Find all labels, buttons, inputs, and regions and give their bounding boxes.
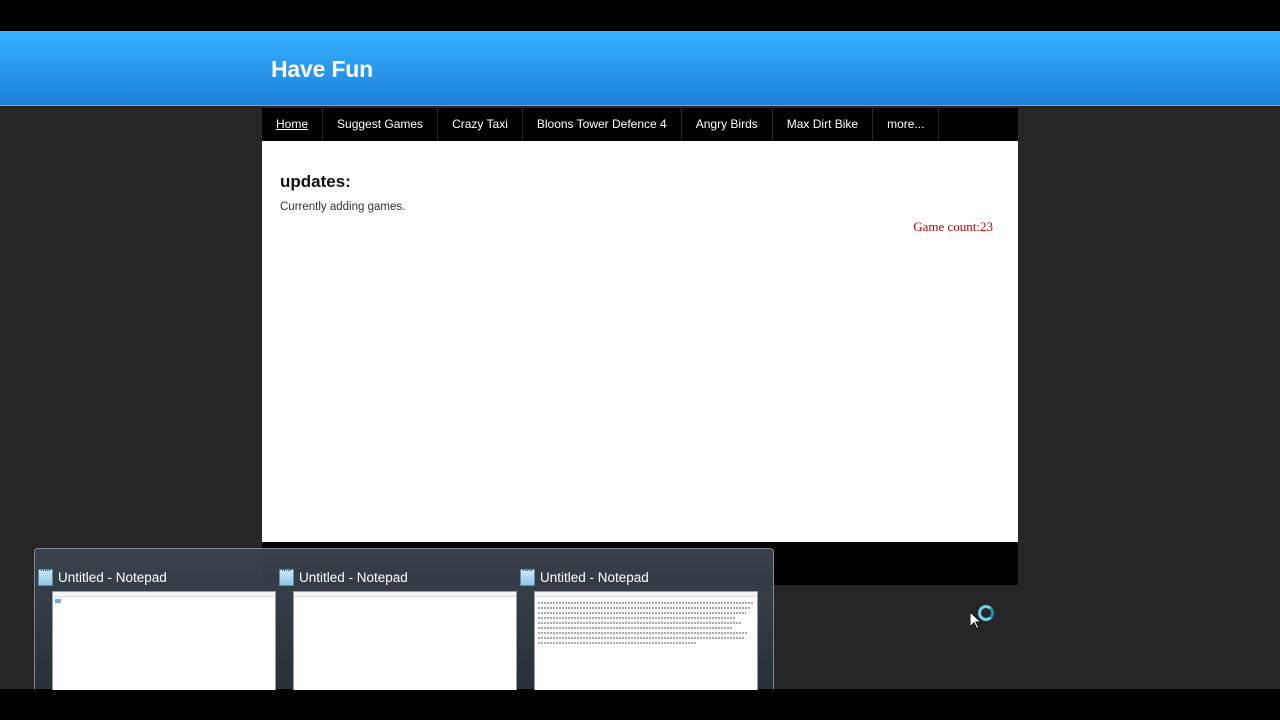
nav-item-max-dirt-bike[interactable]: Max Dirt Bike	[773, 108, 874, 141]
thumbnail-title: Untitled - Notepad	[38, 568, 167, 586]
thumbnail-title-text: Untitled - Notepad	[299, 569, 408, 585]
thumbnail-title-text: Untitled - Notepad	[540, 569, 649, 585]
nav-item-home[interactable]: Home	[262, 108, 324, 141]
nav-item-angry-birds[interactable]: Angry Birds	[682, 108, 773, 141]
nav-item-more[interactable]: more...	[873, 108, 940, 141]
thumbnail-title: Untitled - Notepad	[279, 568, 408, 586]
content-panel: updates: Currently adding games. Game co…	[262, 141, 1018, 542]
thumbnail-menu-bar	[53, 592, 275, 597]
updates-heading: updates:	[280, 172, 351, 191]
notepad-icon	[520, 568, 535, 586]
game-count: Game count:23	[913, 219, 993, 234]
thumbnail-text-lines	[538, 602, 754, 644]
notepad-icon	[279, 568, 294, 586]
site-header: Have Fun	[0, 31, 1280, 106]
nav-bar: Home Suggest Games Crazy Taxi Bloons Tow…	[262, 108, 1018, 141]
text-selection	[55, 599, 61, 603]
nav-item-crazy-taxi[interactable]: Crazy Taxi	[438, 108, 523, 141]
nav-item-bloons-tower-defence-4[interactable]: Bloons Tower Defence 4	[523, 108, 682, 141]
thumbnail-title-text: Untitled - Notepad	[58, 569, 167, 585]
nav-item-suggest-games[interactable]: Suggest Games	[323, 108, 439, 141]
notepad-thumbnail[interactable]: Untitled - Notepad	[35, 563, 276, 690]
notepad-icon	[38, 568, 53, 586]
screen: Have Fun Home Suggest Games Crazy Taxi B…	[0, 0, 1280, 720]
thumbnail-preview	[52, 591, 276, 690]
notepad-thumbnail[interactable]: Untitled - Notepad	[276, 563, 517, 690]
thumbnail-preview	[293, 591, 517, 690]
updates-text: Currently adding games.	[280, 201, 406, 213]
site-title[interactable]: Have Fun	[271, 56, 373, 83]
thumbnail-title: Untitled - Notepad	[520, 568, 649, 586]
notepad-thumbnail[interactable]: Untitled - Notepad	[517, 563, 758, 690]
thumbnail-preview	[534, 591, 758, 690]
thumbnail-menu-bar	[294, 592, 516, 597]
busy-spinner-icon	[978, 605, 994, 621]
taskbar-thumbnail-flyout: Untitled - Notepad Untitled - Notepad Un…	[34, 548, 774, 690]
thumbnail-menu-bar	[535, 592, 757, 597]
